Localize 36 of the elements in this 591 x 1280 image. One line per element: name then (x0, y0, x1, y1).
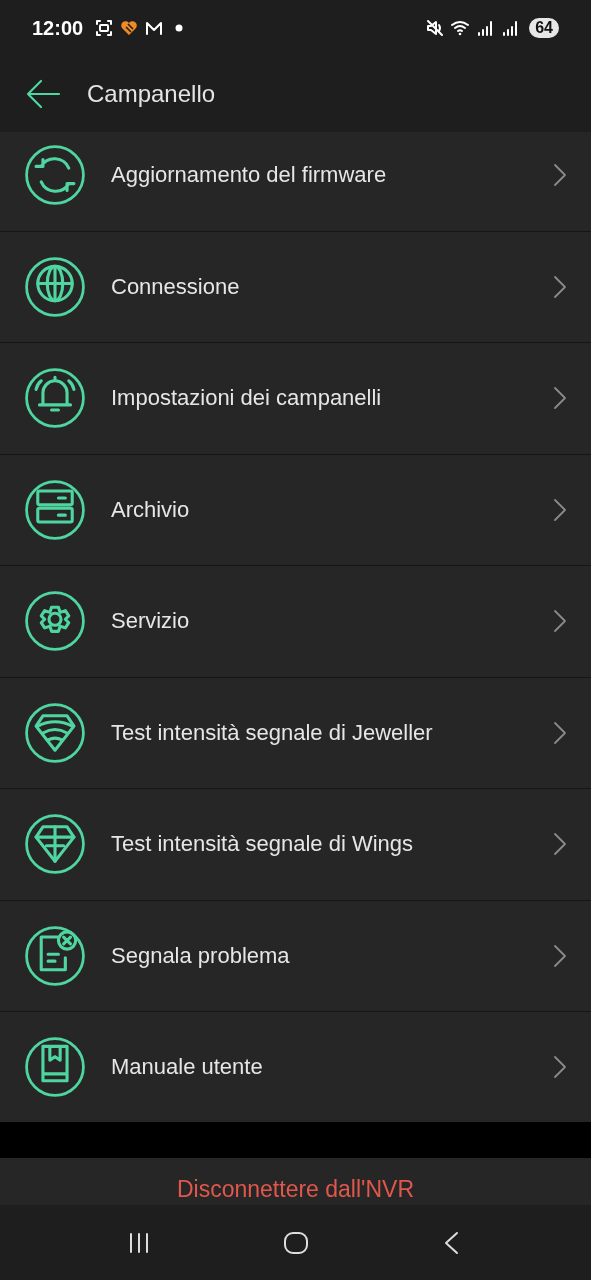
chevron-icon (553, 943, 567, 968)
battery-level: 64 (529, 18, 559, 38)
screenshot-icon (94, 18, 115, 38)
screen-title: Campanello (87, 80, 216, 108)
chevron-icon (553, 163, 567, 188)
bell-icon (24, 367, 86, 430)
book-icon (24, 1036, 86, 1099)
row-label: Test intensità segnale di Wings (111, 831, 415, 858)
heart-icon (119, 18, 140, 38)
chevron-icon (553, 497, 567, 522)
chevron-icon (553, 386, 567, 411)
globe-icon (24, 255, 86, 318)
row-label: Segnala problema (111, 942, 291, 969)
chevron-icon (553, 274, 567, 299)
chevron-icon (553, 609, 567, 634)
clock-time: 12:00 (32, 16, 84, 40)
row-label: Test intensità segnale di Jeweller (111, 719, 434, 746)
home-icon[interactable] (281, 1229, 310, 1256)
chevron-icon (553, 1055, 567, 1080)
gem-signal-icon (24, 701, 86, 764)
mute-icon (425, 18, 446, 38)
wifi-icon (450, 18, 471, 38)
row-label: Servizio (111, 608, 191, 635)
row-label: Connessione (111, 273, 241, 300)
chevron-icon (553, 832, 567, 857)
chevron-icon (553, 720, 567, 745)
back-button[interactable] (25, 79, 61, 109)
refresh-icon (24, 144, 86, 207)
row-label: Archivio (111, 496, 191, 523)
row-label: Aggiornamento del firmware (111, 162, 388, 189)
server-icon (24, 478, 86, 541)
report-icon (24, 924, 86, 987)
row-label: Impostazioni dei campanelli (111, 385, 383, 412)
row-label: Manuale utente (111, 1054, 264, 1081)
settings-icon (24, 590, 86, 653)
gem-icon (24, 813, 86, 876)
